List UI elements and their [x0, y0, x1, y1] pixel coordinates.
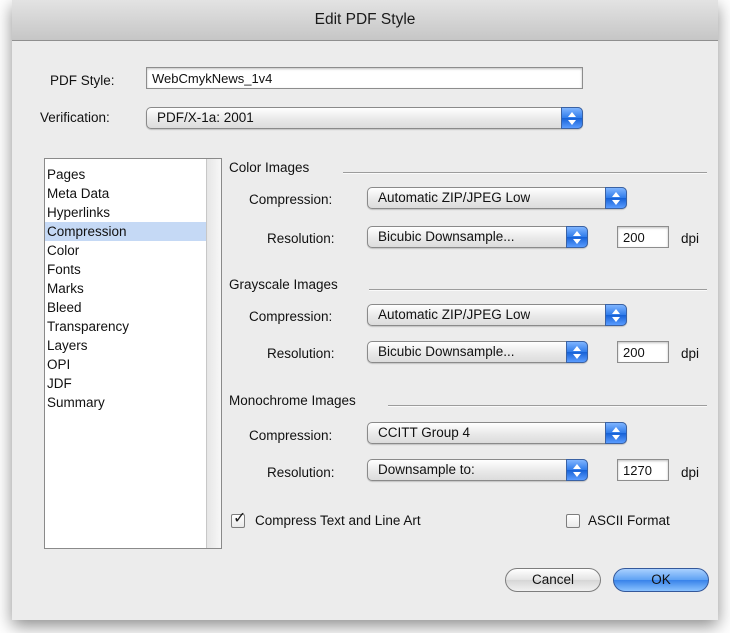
- ok-button[interactable]: OK: [613, 568, 709, 592]
- monochrome-compression-label: Compression:: [249, 428, 333, 443]
- list-item-marks[interactable]: Marks: [45, 279, 207, 298]
- color-compression-popup[interactable]: Automatic ZIP/JPEG Low: [367, 187, 627, 209]
- monochrome-dpi-field[interactable]: 1270: [617, 459, 669, 481]
- list-item-summary[interactable]: Summary: [45, 393, 207, 412]
- list-item-layers[interactable]: Layers: [45, 336, 207, 355]
- verification-popup[interactable]: PDF/X-1a: 2001: [146, 107, 583, 129]
- popup-arrows-icon: [561, 107, 583, 129]
- verification-value: PDF/X-1a: 2001: [157, 110, 254, 125]
- category-list[interactable]: Pages Meta Data Hyperlinks Compression C…: [44, 158, 222, 549]
- popup-arrows-icon: [605, 304, 627, 326]
- monochrome-resolution-label: Resolution:: [267, 465, 335, 480]
- grayscale-images-title: Grayscale Images: [229, 277, 338, 292]
- popup-arrows-icon: [566, 459, 588, 481]
- list-item-opi[interactable]: OPI: [45, 355, 207, 374]
- color-dpi-field[interactable]: 200: [617, 226, 669, 248]
- grayscale-compression-label: Compression:: [249, 309, 333, 324]
- list-item-compression[interactable]: Compression: [45, 222, 207, 241]
- color-compression-label: Compression:: [249, 192, 333, 207]
- monochrome-compression-popup[interactable]: CCITT Group 4: [367, 422, 627, 444]
- edit-pdf-style-dialog: Edit PDF Style PDF Style: WebCmykNews_1v…: [12, 0, 718, 620]
- list-item-pages[interactable]: Pages: [45, 165, 207, 184]
- monochrome-dpi-unit: dpi: [681, 465, 700, 480]
- compress-text-label[interactable]: Compress Text and Line Art: [255, 513, 421, 528]
- popup-arrows-icon: [566, 341, 588, 363]
- compress-text-checkbox[interactable]: ✓: [231, 510, 246, 528]
- list-item-bleed[interactable]: Bleed: [45, 298, 207, 317]
- list-item-fonts[interactable]: Fonts: [45, 260, 207, 279]
- pdf-style-field[interactable]: WebCmykNews_1v4: [146, 67, 583, 89]
- dialog-title: Edit PDF Style: [12, 0, 718, 41]
- list-scrollbar[interactable]: [206, 159, 221, 548]
- monochrome-images-divider: [388, 405, 707, 407]
- color-resolution-value: Bicubic Downsample...: [378, 229, 515, 244]
- grayscale-resolution-popup[interactable]: Bicubic Downsample...: [367, 341, 588, 363]
- grayscale-dpi-field[interactable]: 200: [617, 341, 669, 363]
- monochrome-resolution-value: Downsample to:: [378, 462, 475, 477]
- color-compression-value: Automatic ZIP/JPEG Low: [378, 190, 531, 205]
- color-images-title: Color Images: [229, 160, 310, 175]
- color-dpi-unit: dpi: [681, 231, 700, 246]
- list-item-meta-data[interactable]: Meta Data: [45, 184, 207, 203]
- color-resolution-popup[interactable]: Bicubic Downsample...: [367, 226, 588, 248]
- monochrome-images-title: Monochrome Images: [229, 393, 356, 408]
- checkmark-icon: ✓: [233, 510, 247, 527]
- popup-arrows-icon: [566, 226, 588, 248]
- monochrome-compression-value: CCITT Group 4: [378, 425, 471, 440]
- ascii-format-label[interactable]: ASCII Format: [588, 513, 670, 528]
- color-images-divider: [343, 172, 707, 174]
- color-resolution-label: Resolution:: [267, 231, 335, 246]
- cancel-button[interactable]: Cancel: [505, 568, 601, 592]
- list-item-color[interactable]: Color: [45, 241, 207, 260]
- list-item-hyperlinks[interactable]: Hyperlinks: [45, 203, 207, 222]
- grayscale-compression-popup[interactable]: Automatic ZIP/JPEG Low: [367, 304, 627, 326]
- ascii-format-checkbox[interactable]: [566, 514, 580, 528]
- grayscale-resolution-label: Resolution:: [267, 346, 335, 361]
- list-item-jdf[interactable]: JDF: [45, 374, 207, 393]
- grayscale-compression-value: Automatic ZIP/JPEG Low: [378, 307, 531, 322]
- grayscale-dpi-unit: dpi: [681, 346, 700, 361]
- popup-arrows-icon: [605, 422, 627, 444]
- list-item-transparency[interactable]: Transparency: [45, 317, 207, 336]
- grayscale-images-divider: [369, 289, 707, 291]
- monochrome-resolution-popup[interactable]: Downsample to:: [367, 459, 588, 481]
- grayscale-resolution-value: Bicubic Downsample...: [378, 344, 515, 359]
- verification-label: Verification:: [40, 110, 110, 125]
- popup-arrows-icon: [605, 187, 627, 209]
- pdf-style-label: PDF Style:: [50, 73, 115, 88]
